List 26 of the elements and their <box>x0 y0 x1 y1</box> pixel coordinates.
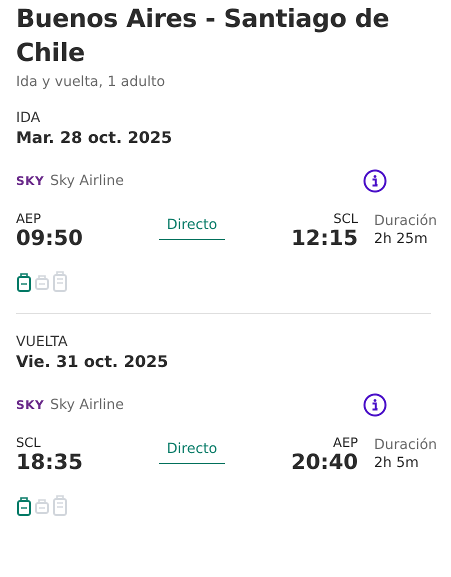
flight-date: Vie. 31 oct. 2025 <box>16 352 170 371</box>
arrival-time: 12:15 <box>291 227 358 249</box>
info-icon[interactable] <box>363 169 387 193</box>
airport-code: SCL <box>16 437 41 451</box>
airport-code: AEP <box>16 213 41 227</box>
airport-code: SCL <box>333 213 358 227</box>
leg-label: VUELTA <box>16 334 69 350</box>
arrival-time: 20:40 <box>291 451 358 473</box>
stops-label: Directo <box>158 215 226 240</box>
airport-code: AEP <box>333 437 358 451</box>
airline-name: Sky Airline <box>50 173 124 189</box>
duration-value: 2h 25m <box>374 231 429 247</box>
duration-label: Duración <box>374 437 438 453</box>
departure-time: 18:35 <box>16 451 83 473</box>
airline-logo: SKY <box>16 174 44 188</box>
airline-logo: SKY <box>16 398 44 412</box>
duration-value: 2h 5m <box>374 455 420 471</box>
stops-label: Directo <box>158 439 226 464</box>
info-icon[interactable] <box>363 393 387 417</box>
leg-label: IDA <box>16 110 42 126</box>
flight-date: Mar. 28 oct. 2025 <box>16 128 174 147</box>
airline-name: Sky Airline <box>50 397 124 413</box>
departure-time: 09:50 <box>16 227 83 249</box>
duration-label: Duración <box>374 213 438 229</box>
trip-summary: Ida y vuelta, 1 adulto <box>16 74 166 90</box>
page-title: Buenos Aires - Santiago de Chile <box>16 3 390 69</box>
